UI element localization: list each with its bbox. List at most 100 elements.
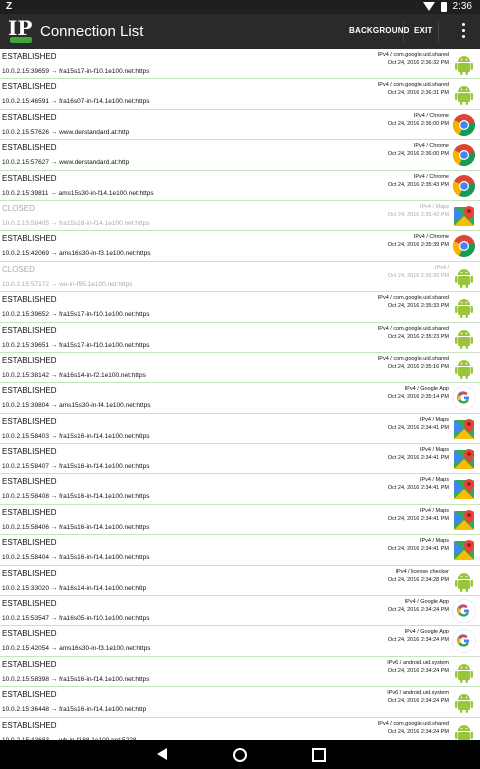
connection-address: 10.0.2.15:58408 → fra15s16-in-f14.1e100.…: [2, 493, 150, 501]
connection-address: 10.0.2.15:58404 → fra15s16-in-f14.1e100.…: [2, 554, 150, 562]
connection-state: ESTABLISHED: [2, 416, 57, 426]
connection-row[interactable]: ESTABLISHED 10.0.2.15:39652 → fra15s17-in…: [0, 292, 480, 323]
connection-row[interactable]: ESTABLISHED 10.0.2.15:53547 → fra16s05-in…: [0, 596, 480, 627]
connection-address: 10.0.2.15:38142 → fra16s14-in-f2.1e100.n…: [2, 371, 146, 379]
android-app-icon: [452, 721, 476, 740]
connection-state: ESTABLISHED: [2, 659, 57, 669]
connection-time: Oct 24, 2016 2:34:28 PM: [387, 576, 449, 583]
chrome-app-icon: [452, 113, 476, 137]
clock: 2:36: [452, 1, 472, 12]
connection-protocol-app: IPv4 / com.google.uid.shared: [377, 720, 449, 727]
connection-row[interactable]: ESTABLISHED 10.0.2.15:39659 → fra15s17-in…: [0, 49, 480, 80]
maps-app-icon: [452, 538, 476, 562]
connection-row[interactable]: ESTABLISHED 10.0.2.15:58404 → fra15s16-in…: [0, 535, 480, 566]
connection-time: Oct 24, 2016 2:35:43 PM: [387, 181, 449, 188]
connection-row[interactable]: ESTABLISHED 10.0.2.15:33020 → fra16s14-in…: [0, 566, 480, 597]
connection-row[interactable]: ESTABLISHED 10.0.2.15:58407 → fra15s16-in…: [0, 444, 480, 475]
connection-time: Oct 24, 2016 2:35:39 PM: [387, 242, 449, 249]
background-button[interactable]: BACKGROUND: [349, 26, 410, 35]
android-app-icon: [452, 690, 476, 714]
connection-state: ESTABLISHED: [2, 568, 57, 578]
connection-time: Oct 24, 2016 2:34:24 PM: [387, 698, 449, 705]
battery-icon: [440, 1, 447, 12]
google-app-icon: [452, 386, 476, 411]
connection-state: ESTABLISHED: [2, 690, 57, 700]
connection-row[interactable]: ESTABLISHED 10.0.2.15:39804 → ams15s30-in…: [0, 383, 480, 414]
connection-time: Oct 24, 2016 2:34:24 PM: [387, 607, 449, 614]
connection-time: Oct 24, 2016 2:35:33 PM: [387, 303, 449, 310]
connection-row[interactable]: ESTABLISHED 10.0.2.15:46591 → fra16s07-in…: [0, 79, 480, 110]
connection-time: Oct 24, 2016 2:34:41 PM: [387, 515, 449, 522]
chrome-app-icon: [452, 234, 476, 258]
connection-row[interactable]: ESTABLISHED 10.0.2.15:36448 → fra15s16-in…: [0, 687, 480, 718]
notification-icon: Z: [6, 1, 13, 12]
connection-protocol-app: IPv4 / Chrome: [413, 173, 449, 180]
connection-protocol-app: IPv4 / Chrome: [413, 112, 449, 119]
connection-state: ESTABLISHED: [2, 234, 57, 244]
connection-protocol-app: IPv4 / Maps: [419, 477, 449, 484]
android-app-icon: [452, 295, 476, 319]
connection-time: Oct 24, 2016 2:34:41 PM: [387, 424, 449, 431]
connection-row[interactable]: ESTABLISHED 10.0.2.15:58403 → fra15s16-in…: [0, 414, 480, 445]
status-right: 2:36: [422, 1, 472, 12]
connection-state: ESTABLISHED: [2, 447, 57, 457]
connection-address: 10.0.2.15:58405 → fra15s16-in-f14.1e100.…: [2, 219, 150, 227]
connection-time: Oct 24, 2016 2:36:00 PM: [387, 120, 449, 127]
connection-row[interactable]: ESTABLISHED 10.0.2.15:38142 → fra16s14-in…: [0, 353, 480, 384]
connection-list[interactable]: ESTABLISHED 10.0.2.15:39659 → fra15s17-in…: [0, 49, 480, 740]
android-app-icon: [452, 660, 476, 684]
navigation-bar: [0, 740, 480, 769]
connection-row[interactable]: ESTABLISHED 10.0.2.15:39811 → ams15s30-in…: [0, 171, 480, 201]
connection-address: 10.0.2.15:33020 → fra16s14-in-f14.1e100.…: [2, 584, 147, 592]
exit-button[interactable]: EXIT: [414, 26, 433, 35]
connection-row[interactable]: ESTABLISHED 10.0.2.15:57626 → www.derstan…: [0, 110, 480, 141]
connection-address: 10.0.2.15:58398 → fra15s16-in-f14.1e100.…: [2, 675, 150, 683]
connection-protocol-app: IPv4 / com.google.uid.shared: [377, 295, 449, 302]
connection-row[interactable]: ESTABLISHED 10.0.2.15:58406 → fra15s16-in…: [0, 505, 480, 536]
google-app-icon: [452, 599, 476, 623]
connection-protocol-app: IPv4 /: [434, 264, 449, 271]
connection-row[interactable]: ESTABLISHED 10.0.2.15:57627 → www.derstan…: [0, 140, 480, 171]
connection-address: 10.0.2.15:39659 → fra15s17-in-f10.1e100.…: [2, 68, 150, 75]
connection-protocol-app: IPv4 / license checker: [395, 568, 450, 575]
google-app-icon: [452, 629, 476, 654]
connection-address: 10.0.2.15:42054 → ams16s30-in-f3.1e100.n…: [2, 645, 151, 653]
connection-protocol-app: IPv6 / android.uid.system: [387, 659, 449, 666]
overflow-menu-icon[interactable]: [462, 23, 466, 41]
connection-time: Oct 24, 2016 2:35:23 PM: [387, 333, 449, 340]
connection-state: ESTABLISHED: [2, 52, 57, 61]
connection-row[interactable]: ESTABLISHED 10.0.2.15:42069 → ams16s30-in…: [0, 231, 480, 262]
connection-time: Oct 24, 2016 2:34:41 PM: [387, 485, 449, 492]
recents-icon[interactable]: [312, 748, 326, 762]
connection-row[interactable]: ESTABLISHED 10.0.2.15:39651 → fra15s17-in…: [0, 323, 480, 353]
connection-state: ESTABLISHED: [2, 720, 57, 730]
connection-protocol-app: IPv4 / Maps: [419, 203, 449, 210]
connection-protocol-app: IPv4 / com.google.uid.shared: [377, 325, 449, 332]
back-icon[interactable]: [157, 748, 167, 760]
connection-time: Oct 24, 2016 2:34:24 PM: [387, 667, 449, 674]
connection-state: ESTABLISHED: [2, 112, 57, 122]
home-icon[interactable]: [233, 748, 247, 762]
connection-time: Oct 24, 2016 2:34:41 PM: [387, 546, 449, 553]
connection-time: Oct 24, 2016 2:35:42 PM: [387, 211, 449, 218]
toolbar-divider: [438, 21, 439, 43]
connection-protocol-app: IPv4 / Chrome: [413, 143, 449, 150]
connection-address: 10.0.2.15:58403 → fra15s16-in-f14.1e100.…: [2, 432, 150, 440]
connection-address: 10.0.2.15:42069 → ams16s30-in-f3.1e100.n…: [2, 250, 151, 258]
connection-row[interactable]: ESTABLISHED 10.0.2.15:42054 → ams16s30-in…: [0, 626, 480, 657]
connection-row[interactable]: ESTABLISHED 10.0.2.15:58408 → fra15s16-in…: [0, 474, 480, 505]
connection-protocol-app: IPv4 / Google App: [404, 629, 449, 636]
connection-protocol-app: IPv4 / com.google.uid.shared: [377, 82, 449, 89]
connection-row[interactable]: CLOSED 10.0.2.15:57172 → wo-in-f95.1e100.…: [0, 262, 480, 293]
maps-app-icon: [452, 508, 476, 532]
connection-row[interactable]: ESTABLISHED 10.0.2.15:58398 → fra15s16-in…: [0, 657, 480, 688]
connection-time: Oct 24, 2016 2:34:24 PM: [387, 728, 449, 735]
connection-time: Oct 24, 2016 2:34:41 PM: [387, 455, 449, 462]
connection-row[interactable]: CLOSED 10.0.2.15:58405 → fra15s16-in-f14.…: [0, 201, 480, 232]
connection-time: Oct 24, 2016 2:34:24 PM: [387, 637, 449, 644]
android-app-icon: [452, 265, 476, 289]
connection-address: 10.0.2.15:57626 → www.derstandard.at:htt…: [2, 128, 130, 136]
connection-row[interactable]: ESTABLISHED10.0.2.15:43683 → wb-in-f188.…: [0, 718, 480, 740]
maps-app-icon: [452, 447, 476, 471]
connection-address: 10.0.2.15:39652 → fra15s17-in-f10.1e100.…: [2, 311, 150, 319]
